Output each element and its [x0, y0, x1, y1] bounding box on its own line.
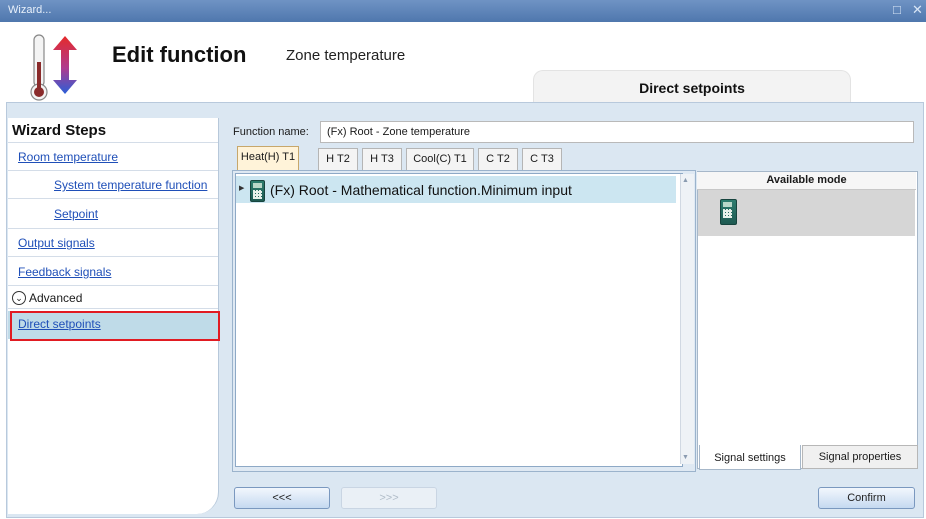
page-subtitle: Zone temperature — [286, 47, 406, 64]
expand-advanced-icon[interactable]: ⌄ — [12, 291, 26, 305]
advanced-label[interactable]: Advanced — [29, 291, 82, 305]
window-title-bar: Wizard... □ ✕ — [0, 0, 926, 22]
calculator-icon — [250, 180, 265, 202]
close-icon[interactable]: ✕ — [912, 2, 923, 18]
thermometer-icon — [30, 34, 48, 101]
list-item-label: (Fx) Root - Mathematical function.Minimu… — [270, 182, 572, 198]
divider — [8, 142, 218, 143]
wizard-steps-title: Wizard Steps — [12, 122, 107, 139]
page-title: Edit function — [112, 42, 247, 67]
scroll-up-icon[interactable]: ▲ — [682, 177, 689, 184]
tab-c-t2[interactable]: C T2 — [478, 148, 518, 170]
tab-heat-t1[interactable]: Heat(H) T1 — [237, 146, 299, 171]
calculator-icon[interactable] — [720, 199, 737, 225]
divider — [8, 256, 218, 257]
tab-cool-t1[interactable]: Cool(C) T1 — [406, 148, 474, 170]
back-button[interactable]: <<< — [234, 487, 330, 509]
next-button[interactable]: >>> — [341, 487, 437, 509]
current-step-panel: Direct setpoints — [533, 70, 851, 103]
current-step-label: Direct setpoints — [639, 80, 745, 96]
function-list[interactable] — [235, 173, 683, 467]
step-feedback-signals[interactable]: Feedback signals — [18, 265, 111, 279]
confirm-button[interactable]: Confirm — [818, 487, 915, 509]
tab-c-t3[interactable]: C T3 — [522, 148, 562, 170]
tab-signal-properties[interactable]: Signal properties — [802, 445, 918, 469]
function-name-label: Function name: — [233, 126, 309, 138]
available-mode-title: Available mode — [697, 172, 916, 190]
function-name-input[interactable]: (Fx) Root - Zone temperature — [320, 121, 914, 143]
tab-signal-settings[interactable]: Signal settings — [699, 445, 801, 470]
window-title: Wizard... — [8, 4, 52, 16]
tab-h-t2[interactable]: H T2 — [318, 148, 358, 170]
divider — [8, 285, 218, 286]
divider — [8, 228, 218, 229]
divider — [8, 308, 218, 309]
step-setpoint[interactable]: Setpoint — [54, 207, 98, 221]
step-direct-setpoints[interactable]: Direct setpoints — [18, 317, 101, 331]
scroll-down-icon[interactable]: ▼ — [682, 454, 689, 461]
restore-icon[interactable]: □ — [893, 2, 901, 17]
divider — [8, 170, 218, 171]
up-down-arrow-icon — [53, 36, 77, 94]
step-system-temperature-function[interactable]: System temperature function — [54, 178, 207, 192]
wizard-steps-panel: Wizard Steps Room temperature System tem… — [8, 118, 220, 514]
step-room-temperature[interactable]: Room temperature — [18, 150, 118, 164]
header: Edit function Zone temperature Direct se… — [0, 22, 926, 103]
step-output-signals[interactable]: Output signals — [18, 236, 95, 250]
divider — [8, 198, 218, 199]
row-pointer-icon: ▶ — [239, 185, 245, 192]
list-scrollbar[interactable] — [680, 174, 694, 464]
tab-h-t3[interactable]: H T3 — [362, 148, 402, 170]
